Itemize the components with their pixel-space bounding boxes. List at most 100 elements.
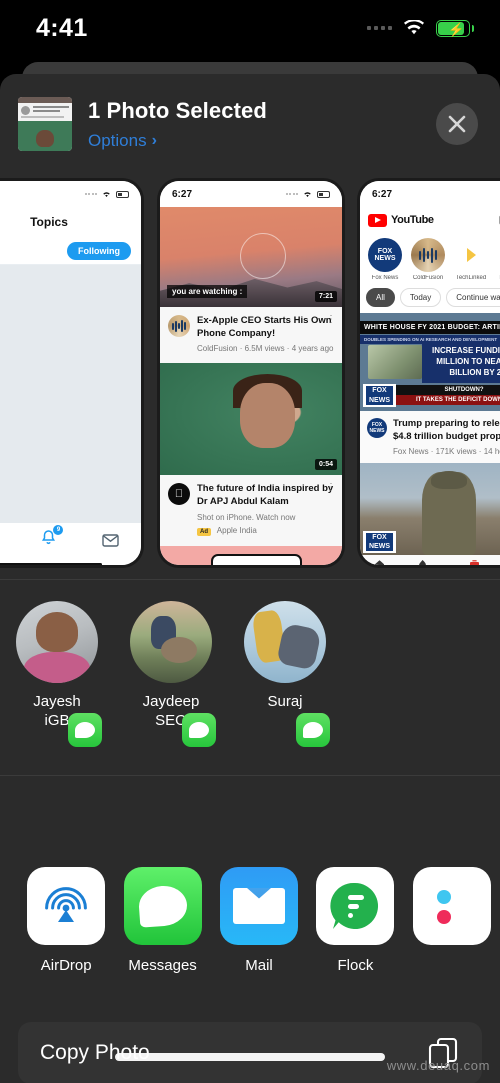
status-time: 4:41	[36, 13, 88, 42]
home-indicator	[0, 557, 141, 565]
mini-status-bar: 6:27	[360, 181, 500, 207]
messages-icon	[182, 713, 216, 747]
battery-charging-icon: ⚡	[436, 19, 474, 37]
contact-suggestion[interactable]: Suraj	[228, 601, 342, 749]
messages-icon	[68, 713, 102, 747]
youtube-play-icon	[368, 213, 387, 227]
tab-subscriptions[interactable]: Subscriptions	[458, 559, 491, 565]
home-icon	[375, 560, 385, 565]
mail-icon	[102, 533, 119, 547]
divider-contacts-apps	[0, 775, 500, 776]
chip-continue-watching[interactable]: Continue watching	[446, 288, 500, 307]
contact-suggestion[interactable]: Jaydeep SEO	[114, 601, 228, 749]
channel-label: Fox News	[371, 275, 399, 281]
share-target-airdrop[interactable]: AirDrop	[18, 867, 114, 1012]
share-target-messages[interactable]: Messages	[114, 867, 210, 1012]
twitter-content-area	[0, 265, 141, 523]
news-video-meta[interactable]: FOXNEWS Trump preparing to release $4.8 …	[360, 411, 500, 464]
more-options-icon[interactable]: ⋮	[326, 315, 336, 325]
channel-item: FOX NEWS Fox News	[366, 238, 404, 281]
news-graphic-text: INCREASE FUNDING $973 MILLION TO NEARLY …	[422, 343, 500, 383]
contact-name: Jayesh	[33, 693, 81, 710]
twitter-tab-bar[interactable]: 9	[0, 523, 141, 557]
channel-item: ColdFusion	[409, 238, 447, 281]
share-apps-row[interactable]: AirDrop Messages Mail Flock	[0, 867, 500, 1012]
photo-thumbnail-strip[interactable]: Topics cet Following 9	[0, 174, 500, 579]
header-text-block: 1 Photo Selected Options ›	[88, 98, 436, 151]
notifications-tab[interactable]: 9	[40, 525, 64, 551]
techlinked-avatar-icon	[454, 238, 488, 272]
following-button[interactable]: Following	[67, 241, 131, 260]
home-indicator	[115, 1053, 385, 1061]
video-thumbnail-2[interactable]: 0:54	[160, 363, 342, 476]
youtube-tab-bar[interactable]: Home Trending Subscriptions Inbox	[360, 555, 500, 565]
messages-icon	[296, 713, 330, 747]
channel-label: Techquickie	[495, 275, 500, 281]
contact-suggestion[interactable]: Jayesh iGB	[0, 601, 114, 749]
video-meta-1[interactable]: Ex-Apple CEO Starts His Own Phone Compan…	[160, 307, 342, 364]
channel-item: TechLinked	[452, 238, 490, 281]
close-icon	[448, 115, 466, 133]
share-sheet-screen: 4:41 ⚡ 1 Photo Selected Options › Topics…	[0, 0, 500, 1083]
filter-chips[interactable]: All Today Continue watching	[360, 284, 500, 313]
flock-icon	[330, 882, 379, 929]
share-target-more[interactable]	[404, 867, 500, 1012]
share-sheet: 1 Photo Selected Options › Topics Follow…	[0, 74, 500, 1083]
chip-all[interactable]: All	[366, 288, 395, 307]
soldier-video-thumbnail[interactable]: FOX NEWS	[360, 463, 500, 556]
youtube-wordmark: YouTube	[391, 214, 434, 226]
coldfusion-avatar-icon	[411, 238, 445, 272]
video-meta-text: Fox News · 171K views · 14 hours ago	[393, 447, 500, 457]
status-indicators: ⚡	[367, 19, 474, 37]
fox-news-logo-icon: FOX NEWS	[363, 530, 396, 554]
tab-trending[interactable]: Trending	[412, 559, 434, 565]
contact-subtitle: iGB	[44, 712, 70, 730]
twitter-topic-row[interactable]: cet Following	[0, 237, 141, 265]
subscriptions-icon	[470, 560, 480, 565]
contact-name: Jaydeep	[142, 693, 200, 710]
wifi-icon	[103, 192, 110, 197]
thumbnail-youtube-home[interactable]: 6:27 YouTube FOX NEWS Fox News ColdFusio…	[357, 178, 500, 568]
app-label: Flock	[337, 957, 374, 974]
signal-dots-icon	[367, 26, 392, 30]
advertiser-name: Apple India	[216, 525, 257, 535]
battery-icon	[116, 190, 129, 198]
avatar	[16, 601, 98, 683]
promo-banner: Transcendentia	[160, 545, 342, 565]
share-target-mail[interactable]: Mail	[211, 867, 307, 1012]
app-label: Messages	[128, 957, 197, 974]
thumbnail-twitter-topics[interactable]: Topics cet Following 9	[0, 178, 144, 568]
advertiser-avatar-icon: 	[168, 483, 190, 506]
app-label: AirDrop	[40, 957, 92, 974]
video-meta-2[interactable]:  The future of India inspired by Dr APJ…	[160, 475, 342, 546]
airdrop-contacts-row[interactable]: Jayesh iGB Jaydeep SEO Suraj	[0, 579, 500, 749]
more-options-icon[interactable]: ⋮	[326, 483, 336, 493]
channel-label: ColdFusion	[412, 275, 444, 281]
channel-shelf[interactable]: FOXNEWS Fox News ColdFusion TechLinked TE…	[360, 233, 500, 284]
fox-news-logo-icon: FOX NEWS	[363, 384, 396, 407]
chevron-right-icon: ›	[151, 131, 157, 149]
fox-news-avatar-icon: FOX NEWS	[368, 238, 402, 272]
news-video-thumbnail[interactable]: WHITE HOUSE FY 2021 BUDGET: ARTIFICIAL I…	[360, 313, 500, 411]
video-thumbnail-1[interactable]: you are watching : 7:21	[160, 207, 342, 307]
more-apps-icon	[436, 890, 451, 924]
channel-label: TechLinked	[455, 275, 487, 281]
share-target-flock[interactable]: Flock	[307, 867, 403, 1012]
thumbnail-youtube-watch[interactable]: 6:27 you are watching : 7:21 Ex-Apple CE…	[157, 178, 345, 568]
chip-today[interactable]: Today	[399, 288, 442, 307]
share-sheet-header: 1 Photo Selected Options ›	[0, 74, 500, 174]
channel-avatar-icon	[168, 315, 190, 337]
tab-home[interactable]: Home	[372, 559, 387, 565]
youtube-logo: YouTube	[368, 213, 434, 227]
app-label: Mail	[245, 957, 273, 974]
close-button[interactable]	[436, 103, 478, 145]
video-overlay-caption: you are watching :	[167, 285, 248, 298]
news-headline-band: WHITE HOUSE FY 2021 BUDGET: ARTIFICIAL I…	[360, 321, 500, 334]
flame-icon	[419, 560, 427, 565]
video-meta-text: ColdFusion · 6.5M views · 4 years ago	[197, 344, 334, 354]
battery-icon	[317, 190, 330, 198]
selected-photo-thumbnail[interactable]	[18, 97, 72, 151]
video-duration: 7:21	[314, 291, 337, 302]
video-title: Ex-Apple CEO Starts His Own Phone Compan…	[197, 315, 332, 339]
options-button[interactable]: Options ›	[88, 131, 436, 151]
